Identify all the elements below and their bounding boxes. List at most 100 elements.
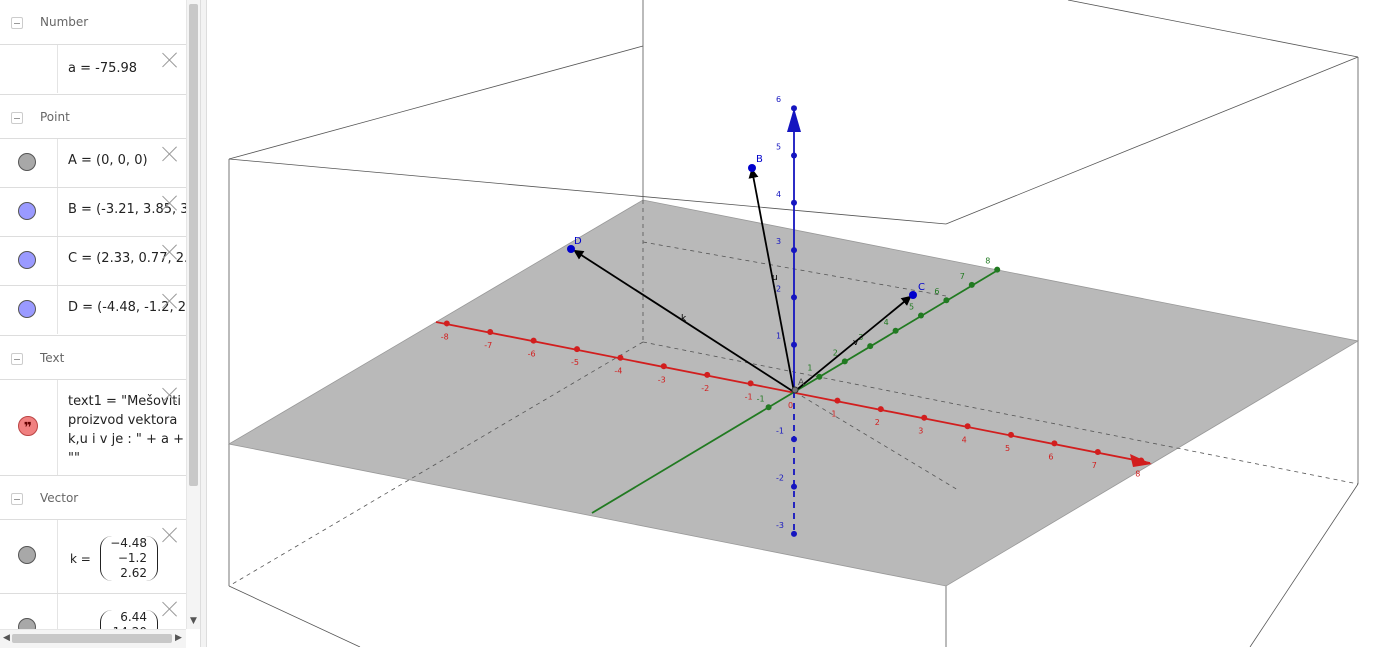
- axis-tick-mark: [918, 312, 924, 319]
- scroll-right-arrow-icon[interactable]: ▶: [175, 633, 182, 643]
- point-a-definition[interactable]: A = (0, 0, 0): [68, 153, 148, 168]
- graphics-3d-view[interactable]: -8 -7 -6 -5 -4 -3 -2 -1 0 1 2 3 4 5 6 7 8 -1 1 2 3 4 5 6 7 8 -3 -…: [207, 0, 1382, 648]
- category-text: Text: [0, 335, 186, 382]
- delete-icon[interactable]: [161, 51, 179, 69]
- vector-component: 2.62: [120, 566, 147, 580]
- axis-tick-mark: [791, 341, 797, 348]
- axis-tick-label: 8: [985, 257, 990, 266]
- delete-icon[interactable]: [161, 292, 179, 310]
- vector-v-label: v: [853, 338, 859, 348]
- vector-component: 6.44: [120, 610, 147, 624]
- category-vector: Vector: [0, 475, 186, 522]
- algebra-row-point-c[interactable]: C = (2.33, 0.77, 2.2: [0, 236, 186, 285]
- point-b[interactable]: [748, 164, 756, 172]
- collapse-number-toggle[interactable]: [11, 17, 23, 29]
- axis-tick-label: 3: [776, 237, 781, 246]
- scroll-down-arrow-icon[interactable]: ▼: [190, 616, 197, 626]
- number-a-definition[interactable]: a = -75.98: [68, 61, 137, 76]
- axis-tick-label: -4: [614, 367, 622, 376]
- point-b-label: B: [756, 154, 763, 165]
- axis-tick-mark: [791, 152, 797, 159]
- delete-icon[interactable]: [161, 526, 179, 544]
- delete-icon[interactable]: [161, 243, 179, 261]
- axis-tick-label: -6: [528, 350, 536, 359]
- point-c[interactable]: [909, 291, 917, 299]
- vector-u-label: u: [772, 273, 778, 283]
- axis-tick-label: 4: [962, 435, 967, 444]
- algebra-row-a[interactable]: a = -75.98: [0, 44, 186, 93]
- axis-tick-label: 1: [776, 332, 781, 341]
- category-number: Number: [0, 0, 186, 46]
- collapse-vector-toggle[interactable]: [11, 493, 23, 505]
- scrollbar-thumb[interactable]: [12, 634, 172, 643]
- collapse-text-toggle[interactable]: [11, 353, 23, 365]
- delete-icon[interactable]: [161, 194, 179, 212]
- visibility-marble-icon[interactable]: [18, 251, 36, 269]
- scroll-left-arrow-icon[interactable]: ◀: [3, 633, 10, 643]
- axis-tick-mark: [704, 371, 711, 378]
- axis-tick-label: 1: [831, 410, 836, 419]
- algebra-horizontal-scrollbar[interactable]: ◀ ▶: [0, 629, 186, 648]
- z-axis-arrow-icon: [787, 108, 801, 132]
- algebra-row-point-a[interactable]: A = (0, 0, 0): [0, 138, 186, 187]
- axis-tick-mark: [994, 266, 1001, 273]
- axis-tick-mark: [791, 199, 797, 206]
- algebra-row-text1[interactable]: ❞ text1 = "Mešoviti proizvod vektora k,u…: [0, 379, 186, 475]
- axis-tick-mark: [1008, 431, 1014, 438]
- axis-tick-label: -2: [776, 474, 784, 483]
- visibility-marble-icon[interactable]: [18, 546, 36, 564]
- axis-tick-label: 5: [1005, 444, 1010, 453]
- axis-tick-mark: [834, 397, 841, 404]
- axis-tick-mark: [791, 483, 797, 490]
- axis-tick-label: -3: [658, 375, 666, 384]
- category-point: Point: [0, 94, 186, 141]
- axis-tick-mark: [921, 414, 928, 421]
- scrollbar-thumb[interactable]: [189, 4, 198, 486]
- axis-tick-mark: [791, 436, 797, 443]
- axis-tick-mark: [791, 247, 797, 254]
- point-c-label: C: [918, 282, 925, 293]
- axis-tick-mark: [765, 404, 772, 411]
- axis-tick-label: 6: [934, 287, 939, 296]
- delete-icon[interactable]: [161, 600, 179, 618]
- category-label: Text: [40, 351, 65, 365]
- algebra-row-vector-k[interactable]: k = −4.48 −1.2 2.62: [0, 519, 186, 593]
- axis-tick-mark: [1138, 457, 1145, 464]
- axis-tick-mark: [867, 343, 874, 350]
- algebra-row-point-d[interactable]: D = (-4.48, -1.2, 2.6: [0, 285, 186, 334]
- axis-tick-label: -1: [757, 394, 765, 403]
- axis-tick-label: 8: [1135, 470, 1140, 479]
- axis-tick-mark: [791, 530, 797, 537]
- point-a-label: A: [798, 378, 805, 388]
- delete-icon[interactable]: [161, 386, 179, 404]
- visibility-marble-icon[interactable]: [18, 153, 36, 171]
- vector-k-label: k: [681, 314, 687, 324]
- axis-tick-mark: [487, 329, 494, 336]
- axis-tick-label: 7: [960, 272, 965, 281]
- vector-component: −1.2: [117, 551, 147, 565]
- algebra-view: Number a = -75.98 Point A = (0, 0, 0) B …: [0, 0, 186, 647]
- point-d-label: D: [574, 236, 582, 247]
- axis-tick-label: -1: [776, 426, 784, 435]
- collapse-point-toggle[interactable]: [11, 112, 23, 124]
- axis-tick-label: 5: [909, 303, 914, 312]
- axis-tick-label: 0: [788, 401, 793, 410]
- axis-tick-mark: [892, 327, 899, 334]
- axis-tick-label: 6: [776, 95, 781, 104]
- axis-tick-mark: [443, 320, 450, 327]
- axis-tick-label: 4: [776, 190, 781, 199]
- axis-tick-label: -2: [701, 384, 709, 393]
- algebra-row-point-b[interactable]: B = (-3.21, 3.85, 3): [0, 187, 186, 236]
- algebra-vertical-scrollbar[interactable]: ▼: [186, 0, 201, 629]
- axis-tick-mark: [791, 294, 797, 301]
- view-divider[interactable]: [200, 0, 207, 647]
- axis-tick-label: 5: [776, 143, 781, 152]
- visibility-marble-icon[interactable]: [18, 202, 36, 220]
- delete-icon[interactable]: [161, 145, 179, 163]
- quote-icon[interactable]: ❞: [18, 416, 38, 436]
- axis-tick-label: 2: [776, 284, 781, 293]
- axis-tick-mark: [968, 281, 975, 288]
- axis-tick-mark: [943, 297, 950, 304]
- visibility-marble-icon[interactable]: [18, 300, 36, 318]
- axis-tick-label: -3: [776, 521, 784, 530]
